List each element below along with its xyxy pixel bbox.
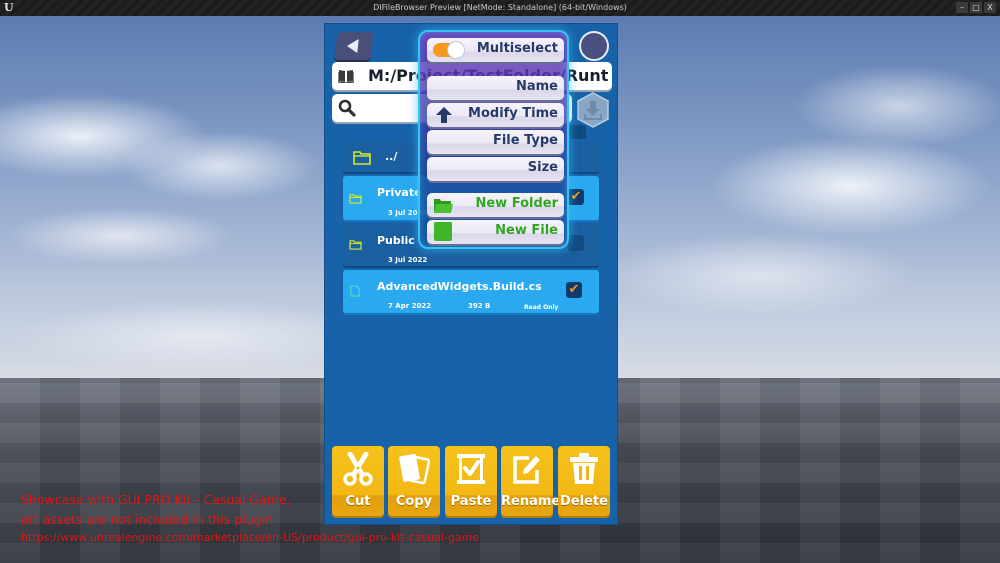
- toggle-knob: [447, 41, 465, 59]
- file-icon: [434, 222, 452, 241]
- window-titlebar: U DIFileBrowser Preview [NetMode: Standa…: [0, 0, 1000, 16]
- minimize-button[interactable]: –: [956, 2, 968, 13]
- sort-file-type-label: File Type: [492, 133, 558, 148]
- rename-icon: [513, 456, 540, 484]
- folder-icon: [349, 240, 362, 250]
- multiselect-toggle[interactable]: Multiselect: [427, 38, 564, 62]
- new-file-button[interactable]: New File: [427, 220, 564, 244]
- file-name: Private: [377, 186, 422, 199]
- file-date: 7 Apr 2022: [388, 302, 432, 310]
- row-checkbox[interactable]: ✔: [566, 282, 582, 298]
- new-folder-button[interactable]: New Folder: [427, 193, 564, 217]
- file-row-file[interactable]: AdvancedWidgets.Build.cs 7 Apr 2022 392 …: [343, 270, 599, 313]
- paste-icon: [457, 454, 485, 484]
- scissors-icon: [343, 452, 373, 486]
- row-checkbox[interactable]: ✔: [568, 189, 584, 205]
- delete-button[interactable]: Delete: [558, 446, 610, 516]
- sort-by-size[interactable]: Size: [427, 157, 564, 181]
- window-title: DIFileBrowser Preview [NetMode: Standalo…: [373, 3, 627, 12]
- arrow-up-icon: [436, 107, 452, 123]
- file-icon: [350, 285, 360, 297]
- folder-icon: [434, 199, 453, 213]
- notice-line-1: Showcase with GUI PRO Kit - Casual Game,: [21, 492, 291, 507]
- sort-by-name[interactable]: Name: [427, 76, 564, 100]
- toggle-switch[interactable]: [433, 41, 465, 59]
- multiselect-label: Multiselect: [476, 41, 558, 56]
- sort-indicator: [570, 125, 586, 139]
- back-button[interactable]: [334, 32, 374, 60]
- file-name: ../: [385, 150, 398, 163]
- download-button[interactable]: [576, 92, 610, 128]
- sort-size-label: Size: [527, 160, 558, 175]
- rename-button[interactable]: Rename: [501, 446, 561, 516]
- new-file-label: New File: [495, 223, 558, 238]
- showcase-notice: Showcase with GUI PRO Kit - Casual Game,…: [21, 490, 479, 545]
- row-checkbox[interactable]: [568, 235, 584, 251]
- file-attribute: Read Only: [524, 304, 559, 311]
- delete-label: Delete: [560, 494, 608, 509]
- search-icon: [338, 99, 356, 117]
- file-date: 3 Jul 2022: [388, 256, 428, 264]
- notice-url[interactable]: https://www.unrealengine.com/marketplace…: [21, 530, 479, 545]
- window-controls: – □ X: [956, 2, 996, 13]
- new-folder-label: New Folder: [475, 196, 558, 211]
- file-size: 392 B: [468, 302, 491, 310]
- notice-line-2: art assets are not included in this plug…: [21, 512, 274, 527]
- close-button[interactable]: X: [984, 2, 996, 13]
- book-icon: [338, 70, 354, 83]
- sort-by-file-type[interactable]: File Type: [427, 130, 564, 154]
- maximize-button[interactable]: □: [970, 2, 982, 13]
- file-name: Public: [377, 234, 415, 247]
- folder-icon: [349, 194, 362, 204]
- options-menu: Multiselect Name Modify Time File Type S…: [418, 30, 569, 249]
- sort-by-modify-time[interactable]: Modify Time: [427, 103, 564, 127]
- rename-label: Rename: [501, 494, 561, 509]
- copy-icon: [399, 453, 430, 485]
- sort-name-label: Name: [515, 79, 558, 94]
- back-arrow-icon: [346, 39, 359, 53]
- options-circle-button[interactable]: [579, 31, 609, 61]
- folder-icon: [353, 151, 371, 165]
- sort-modify-time-label: Modify Time: [468, 106, 558, 121]
- trash-icon: [570, 453, 598, 484]
- file-name: AdvancedWidgets.Build.cs: [377, 280, 542, 293]
